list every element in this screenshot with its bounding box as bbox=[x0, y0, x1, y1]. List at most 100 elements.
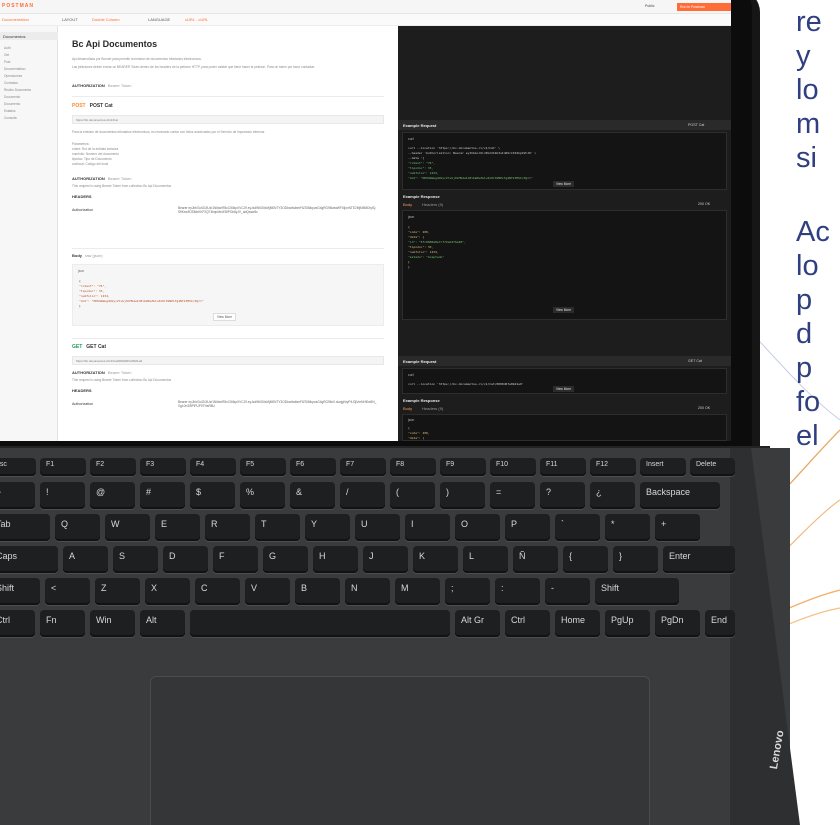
key-label: { bbox=[569, 551, 573, 561]
key-label: F3 bbox=[146, 461, 155, 468]
method-badge: GET bbox=[72, 344, 83, 350]
body-type: raw (json) bbox=[85, 253, 103, 258]
code-line: "tipodoc": 33, bbox=[79, 289, 105, 293]
view-more-button[interactable]: View More bbox=[553, 181, 574, 187]
code-line: } bbox=[79, 304, 81, 308]
sidebar-item[interactable]: Auth bbox=[4, 46, 11, 50]
request-code-block: curl curl --location 'https://bc.documen… bbox=[402, 368, 727, 394]
key-label: Backspace bbox=[646, 487, 691, 497]
keyboard-key: = bbox=[490, 482, 535, 509]
auth-type: Bearer Token bbox=[107, 370, 132, 375]
keyboard-key: F10 bbox=[490, 458, 536, 476]
sidebar-item[interactable]: Documento bbox=[4, 95, 20, 99]
key-label: PgDn bbox=[661, 615, 684, 625]
keyboard-key: Tab bbox=[0, 514, 50, 541]
key-label: E bbox=[161, 519, 168, 529]
sidebar-item[interactable]: Documentation bbox=[4, 67, 25, 71]
key-label: F7 bbox=[346, 461, 355, 468]
key-label: Q bbox=[61, 519, 69, 529]
key-label: M bbox=[401, 583, 409, 593]
keyboard-key: F1 bbox=[40, 458, 86, 476]
key-label: = bbox=[496, 487, 502, 497]
tab-body[interactable]: Body bbox=[403, 406, 412, 411]
endpoint-name: GET Cat bbox=[86, 344, 107, 350]
keyboard-key: R bbox=[205, 514, 250, 541]
sidebar-item[interactable]: Operaciones bbox=[4, 74, 22, 78]
keyboard-key: Shift bbox=[595, 578, 679, 605]
text-fragment: p bbox=[796, 352, 813, 384]
key-label: ; bbox=[451, 583, 454, 593]
code-language[interactable]: json bbox=[408, 418, 414, 422]
sidebar-item[interactable]: Get bbox=[4, 53, 9, 57]
sidebar-item[interactable]: Documento bbox=[4, 102, 20, 106]
view-more-button[interactable]: View More bbox=[553, 307, 574, 313]
code-line: "code": 200, bbox=[408, 431, 430, 435]
key-label: F4 bbox=[196, 461, 205, 468]
sidebar-item[interactable]: Estados bbox=[4, 109, 16, 113]
endpoint-url[interactable]: https://bc.documentos.cl/v1/Cat/0000d67e… bbox=[72, 356, 384, 365]
text-fragment: p bbox=[796, 284, 813, 316]
app-topbar: POSTMAN Public Run in Postman bbox=[0, 0, 731, 14]
key-label: W bbox=[111, 519, 120, 529]
tab-headers[interactable]: Headers (9) bbox=[422, 202, 443, 207]
keyboard-key: K bbox=[413, 546, 458, 573]
example-selector[interactable]: GET Cat bbox=[688, 359, 702, 363]
example-selector[interactable]: POST Cat bbox=[688, 123, 704, 127]
key-label: F bbox=[219, 551, 225, 561]
nav-layout-select[interactable]: Double Column bbox=[92, 17, 120, 22]
key-label: * bbox=[611, 519, 615, 529]
sidebar-title[interactable]: Documentos bbox=[0, 32, 58, 40]
code-line: { bbox=[79, 279, 81, 283]
keyboard-key: Enter bbox=[663, 546, 735, 573]
code-line: "numfolio": 1234, bbox=[79, 294, 110, 298]
key-label: F2 bbox=[96, 461, 105, 468]
key-label: D bbox=[169, 551, 176, 561]
tab-headers[interactable]: Headers (9) bbox=[422, 406, 443, 411]
code-language[interactable]: curl bbox=[408, 137, 413, 141]
sidebar-item[interactable]: Recibo Documento bbox=[4, 88, 31, 92]
key-label: Z bbox=[101, 583, 107, 593]
key-label: End bbox=[711, 615, 728, 625]
body-heading: Body raw (json) bbox=[72, 253, 103, 258]
keyboard-key: Shift bbox=[0, 578, 40, 605]
code-language[interactable]: json bbox=[408, 215, 414, 219]
code-line: } bbox=[408, 265, 410, 269]
keyboard-key: B bbox=[295, 578, 340, 605]
key-label: Alt Gr bbox=[461, 615, 485, 625]
endpoint-url[interactable]: https://bc.documentos.cl/v1/Cat bbox=[72, 115, 384, 124]
key-label: } bbox=[619, 551, 623, 561]
code-language[interactable]: json bbox=[78, 269, 84, 273]
keyboard-key: Insert bbox=[640, 458, 686, 476]
keyboard-key: F5 bbox=[240, 458, 286, 476]
keyboard-key: & bbox=[290, 482, 335, 509]
keyboard-key: U bbox=[355, 514, 400, 541]
keyboard-key: ¿ bbox=[590, 482, 635, 509]
headers-label: HEADERS bbox=[72, 194, 92, 199]
text-fragment: el bbox=[796, 420, 819, 452]
tab-body[interactable]: Body bbox=[403, 202, 412, 207]
param-line: numfolio: Numero del documento bbox=[72, 152, 119, 156]
keyboard-key: F3 bbox=[140, 458, 186, 476]
keyboard-key: Fn bbox=[40, 610, 85, 637]
key-label: A bbox=[69, 551, 76, 561]
sidebar-item[interactable]: Contratos bbox=[4, 81, 18, 85]
key-label: & bbox=[296, 487, 303, 497]
nav-documentation[interactable]: Documentation bbox=[2, 17, 29, 22]
code-line: "numfolio": 1234, bbox=[408, 250, 439, 254]
auth-note: This request is using Bearer Token from … bbox=[72, 378, 172, 382]
nav-language-select[interactable]: cURL - cURL bbox=[185, 17, 208, 22]
run-in-postman-button[interactable]: Run in Postman bbox=[677, 3, 731, 11]
sidebar-item[interactable]: Consulta bbox=[4, 116, 17, 120]
auth-type: Bearer Token bbox=[107, 83, 132, 88]
sidebar-item[interactable]: Post bbox=[4, 60, 10, 64]
text-fragment: y bbox=[796, 40, 811, 72]
app-navbar: Documentation LAYOUT Double Column LANGU… bbox=[0, 14, 731, 26]
keyboard-key: @ bbox=[90, 482, 135, 509]
response-code-block: json { "code": 200, "data": { bbox=[402, 414, 727, 441]
view-more-button[interactable]: View More bbox=[213, 313, 236, 321]
key-label: Ñ bbox=[519, 551, 526, 561]
keyboard-key: Ctrl bbox=[505, 610, 550, 637]
code-line: "data": { bbox=[408, 235, 425, 239]
code-language[interactable]: curl bbox=[408, 373, 413, 377]
view-more-button[interactable]: View More bbox=[553, 386, 574, 392]
